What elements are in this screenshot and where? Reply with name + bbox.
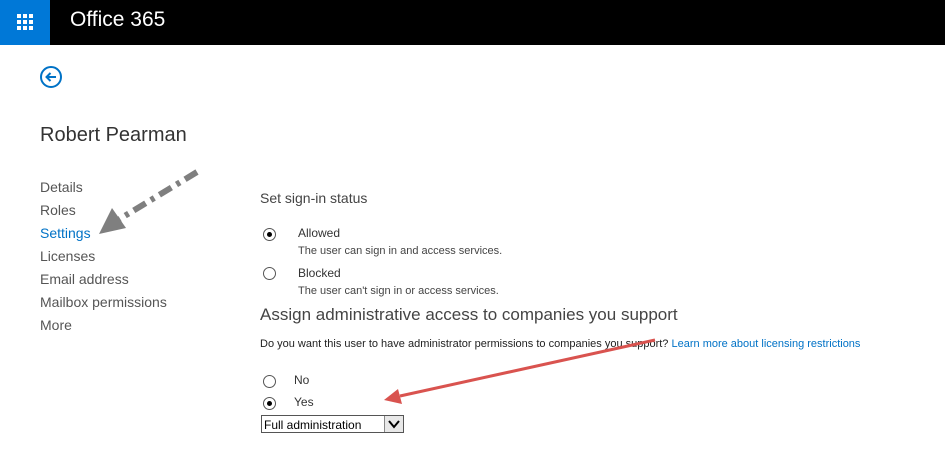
select-value: Full administration	[264, 418, 362, 432]
red-arrow-head	[384, 389, 402, 404]
admin-access-question: Do you want this user to have administra…	[260, 338, 860, 350]
no-label: No	[294, 373, 310, 387]
signin-status-heading: Set sign-in status	[260, 190, 368, 206]
nav-item-mailbox-permissions[interactable]: Mailbox permissions	[40, 291, 167, 314]
admin-access-heading: Assign administrative access to companie…	[260, 305, 678, 324]
allowed-label: Allowed	[298, 226, 341, 240]
nav-item-more[interactable]: More	[40, 314, 167, 337]
app-title[interactable]: Office 365	[70, 8, 165, 32]
radio-no[interactable]	[263, 375, 276, 388]
question-text: Do you want this user to have administra…	[260, 338, 669, 350]
app-launcher-button[interactable]	[0, 0, 50, 45]
waffle-icon	[17, 14, 33, 30]
nav-item-email-address[interactable]: Email address	[40, 268, 167, 291]
nav-item-licenses[interactable]: Licenses	[40, 245, 167, 268]
radio-blocked[interactable]	[263, 267, 276, 280]
chevron-down-icon	[388, 420, 400, 429]
settings-nav: Details Roles Settings Licenses Email ad…	[40, 176, 167, 337]
allowed-description: The user can sign in and access services…	[298, 245, 503, 257]
page-title: Robert Pearman	[40, 124, 187, 146]
blocked-label: Blocked	[298, 266, 341, 280]
radio-allowed[interactable]	[263, 228, 276, 241]
nav-item-settings[interactable]: Settings	[40, 222, 167, 245]
top-bar: Office 365	[0, 0, 945, 45]
yes-label: Yes	[294, 395, 314, 409]
back-arrow-icon	[40, 66, 62, 88]
nav-item-roles[interactable]: Roles	[40, 199, 167, 222]
dropdown-button[interactable]	[384, 416, 403, 432]
blocked-description: The user can't sign in or access service…	[298, 285, 499, 297]
radio-yes[interactable]	[263, 397, 276, 410]
admin-level-select[interactable]: Full administration	[261, 415, 404, 433]
licensing-restrictions-link[interactable]: Learn more about licensing restrictions	[672, 338, 861, 350]
back-button[interactable]	[39, 65, 63, 94]
nav-item-details[interactable]: Details	[40, 176, 167, 199]
